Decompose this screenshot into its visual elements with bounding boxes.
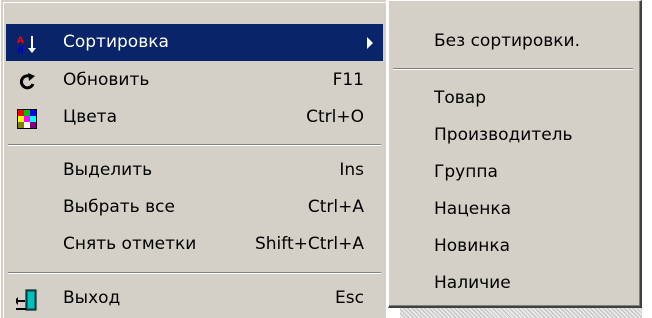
menu-item-label: Цвета <box>63 107 117 127</box>
submenu-separator <box>393 68 633 70</box>
menu-item-colors[interactable]: Цвета Ctrl+O <box>6 99 383 136</box>
menu-separator <box>8 272 381 274</box>
menu-item-label: Выход <box>63 288 121 308</box>
svg-text:Я: Я <box>17 46 24 55</box>
menu-item-label: Обновить <box>63 70 150 90</box>
submenu-item-manufacturer[interactable]: Производитель <box>392 117 635 154</box>
menu-item-label: Выделить <box>63 160 153 180</box>
submenu-item-group[interactable]: Группа <box>392 154 635 191</box>
shortcut-label: Ins <box>339 160 364 180</box>
shortcut-label: F11 <box>332 70 364 90</box>
menu-item-exit[interactable]: Выход Esc <box>6 280 383 317</box>
background-hatch <box>400 308 652 318</box>
menu-item-label: Выбрать все <box>63 197 175 217</box>
menu-item-select[interactable]: Выделить Ins <box>6 152 383 189</box>
context-menu: А Я Сортировка Обновить F11 Цвета Ctrl+O… <box>1 0 386 318</box>
submenu-item-label: Наличие <box>434 273 511 293</box>
menu-item-label: Сортировка <box>63 32 169 52</box>
submenu-item-label: Новинка <box>434 236 511 256</box>
menu-separator <box>8 144 381 146</box>
submenu-item-new[interactable]: Новинка <box>392 228 635 265</box>
menu-item-clear-marks[interactable]: Снять отметки Shift+Ctrl+A <box>6 226 383 263</box>
submenu-item-label: Товар <box>434 88 487 108</box>
shortcut-label: Esc <box>335 288 364 308</box>
background-edge <box>642 0 652 318</box>
menu-item-label: Снять отметки <box>63 234 197 254</box>
submenu-item-label: Группа <box>434 162 498 182</box>
shortcut-label: Ctrl+A <box>307 197 364 217</box>
exit-door-icon <box>14 288 38 311</box>
screen: А Я Сортировка Обновить F11 Цвета Ctrl+O… <box>0 0 652 318</box>
submenu-item-product[interactable]: Товар <box>392 80 635 117</box>
submenu-arrow-icon <box>367 37 373 49</box>
refresh-icon <box>16 70 38 92</box>
submenu-item-markup[interactable]: Наценка <box>392 191 635 228</box>
menu-item-refresh[interactable]: Обновить F11 <box>6 62 383 99</box>
svg-text:А: А <box>17 36 24 46</box>
submenu-item-availability[interactable]: Наличие <box>392 265 635 302</box>
sort-submenu: Без сортировки. Товар Производитель Груп… <box>388 0 642 308</box>
shortcut-label: Shift+Ctrl+A <box>254 234 364 254</box>
submenu-item-no-sort[interactable]: Без сортировки. <box>392 23 635 60</box>
sort-az-icon: А Я <box>16 32 38 56</box>
color-palette-icon <box>16 107 38 129</box>
submenu-item-label: Без сортировки. <box>434 31 580 51</box>
submenu-item-label: Производитель <box>434 125 573 145</box>
submenu-item-label: Наценка <box>434 199 512 219</box>
menu-item-sort[interactable]: А Я Сортировка <box>6 24 383 61</box>
shortcut-label: Ctrl+O <box>306 107 364 127</box>
menu-item-select-all[interactable]: Выбрать все Ctrl+A <box>6 189 383 226</box>
